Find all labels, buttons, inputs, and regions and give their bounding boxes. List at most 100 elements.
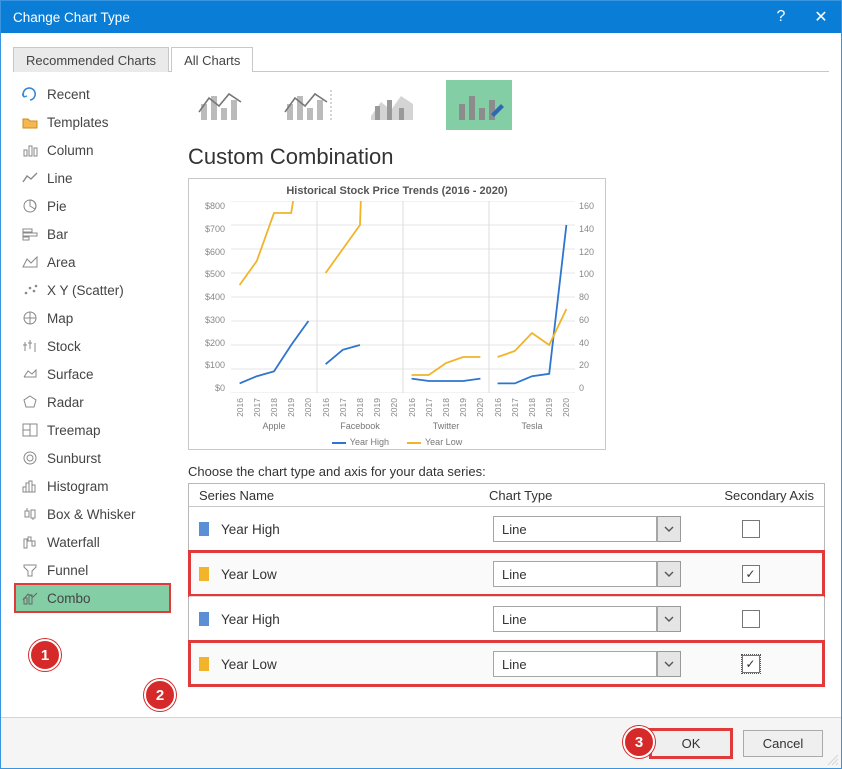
chart-type-select[interactable]: Line — [493, 561, 681, 587]
chart-category-nav: Recent Templates Column Line Pie Bar Are… — [1, 72, 170, 721]
tab-label: Recommended Charts — [26, 53, 156, 68]
combo-chart-icon — [21, 590, 39, 606]
stock-chart-icon — [21, 338, 39, 354]
ytick: $600 — [201, 247, 225, 257]
nav-label: Waterfall — [47, 535, 100, 550]
primary-y-axis: $800 $700 $600 $500 $400 $300 $200 $100 … — [201, 201, 225, 393]
nav-label: Box & Whisker — [47, 507, 136, 522]
combo-subtype-custom[interactable] — [446, 80, 512, 130]
nav-line[interactable]: Line — [15, 164, 170, 192]
annotation-callout-3: 3 — [623, 726, 655, 758]
legend-entry: Year High — [332, 437, 389, 447]
nav-label: Templates — [47, 115, 109, 130]
chart-lines — [231, 201, 575, 393]
chart-preview[interactable]: Historical Stock Price Trends (2016 - 20… — [188, 178, 606, 450]
change-chart-type-dialog: Change Chart Type ? ✕ Recommended Charts… — [0, 0, 842, 769]
secondary-y-axis: 160 140 120 100 80 60 40 20 0 — [579, 201, 599, 393]
map-chart-icon — [21, 310, 39, 326]
combo-subtype-clustered-column-line-secondary[interactable] — [274, 80, 340, 130]
nav-label: Pie — [47, 199, 67, 214]
xcat: Facebook — [317, 421, 403, 431]
nav-treemap[interactable]: Treemap — [15, 416, 170, 444]
annotation-callout-1: 1 — [29, 639, 61, 671]
ok-button[interactable]: OK — [651, 730, 731, 757]
nav-label: Recent — [47, 87, 90, 102]
combo-subtype-thumbnails — [188, 80, 825, 130]
series-row: Year High Line — [189, 596, 824, 641]
scatter-chart-icon — [21, 282, 39, 298]
y2tick: 0 — [579, 383, 599, 393]
help-button[interactable]: ? — [761, 1, 801, 33]
surface-chart-icon — [21, 366, 39, 382]
series-row: Year High Line — [189, 507, 824, 551]
nav-waterfall[interactable]: Waterfall — [15, 528, 170, 556]
series-name: Year High — [221, 522, 493, 537]
tabs: Recommended Charts All Charts — [13, 47, 829, 72]
treemap-chart-icon — [21, 422, 39, 438]
y2tick: 80 — [579, 292, 599, 302]
xcat: Twitter — [403, 421, 489, 431]
nav-label: Area — [47, 255, 76, 270]
button-label: Cancel — [763, 736, 803, 751]
nav-stock[interactable]: Stock — [15, 332, 170, 360]
ytick: $500 — [201, 269, 225, 279]
y2tick: 140 — [579, 224, 599, 234]
histogram-chart-icon — [21, 478, 39, 494]
nav-combo[interactable]: Combo — [15, 584, 170, 612]
titlebar: Change Chart Type ? ✕ — [1, 1, 841, 33]
nav-bar[interactable]: Bar — [15, 220, 170, 248]
chart-type-select[interactable]: Line — [493, 516, 681, 542]
xcat: Apple — [231, 421, 317, 431]
nav-sunburst[interactable]: Sunburst — [15, 444, 170, 472]
close-button[interactable]: ✕ — [801, 1, 841, 33]
secondary-axis-checkbox[interactable] — [742, 610, 760, 628]
nav-templates[interactable]: Templates — [15, 108, 170, 136]
chevron-down-icon — [657, 651, 681, 677]
chart-legend: Year High Year Low — [189, 437, 605, 447]
y2tick: 100 — [579, 269, 599, 279]
cancel-button[interactable]: Cancel — [743, 730, 823, 757]
chart-type-select[interactable]: Line — [493, 651, 681, 677]
nav-label: Combo — [47, 591, 91, 606]
ytick: $100 — [201, 360, 225, 370]
chevron-down-icon — [657, 516, 681, 542]
nav-label: Radar — [47, 395, 84, 410]
series-row: Year Low Line — [189, 551, 824, 596]
nav-surface[interactable]: Surface — [15, 360, 170, 388]
tab-recommended-charts[interactable]: Recommended Charts — [13, 47, 169, 72]
resize-grip-icon[interactable] — [825, 752, 839, 766]
nav-histogram[interactable]: Histogram — [15, 472, 170, 500]
nav-map[interactable]: Map — [15, 304, 170, 332]
choose-series-label: Choose the chart type and axis for your … — [188, 464, 825, 479]
nav-label: X Y (Scatter) — [47, 283, 124, 298]
line-chart-icon — [21, 170, 39, 186]
combo-subtype-stacked-area-clustered-column[interactable] — [360, 80, 426, 130]
series-table-header: Series Name Chart Type Secondary Axis — [189, 484, 824, 507]
box-whisker-icon — [21, 506, 39, 522]
bar-chart-icon — [21, 226, 39, 242]
nav-label: Stock — [47, 339, 81, 354]
nav-pie[interactable]: Pie — [15, 192, 170, 220]
annotation-callout-2: 2 — [144, 679, 176, 711]
secondary-axis-checkbox[interactable] — [742, 655, 760, 673]
close-icon: ✕ — [814, 7, 827, 27]
secondary-axis-checkbox[interactable] — [742, 565, 760, 583]
nav-funnel[interactable]: Funnel — [15, 556, 170, 584]
secondary-axis-checkbox[interactable] — [742, 520, 760, 538]
legend-entry: Year Low — [407, 437, 462, 447]
tab-all-charts[interactable]: All Charts — [171, 47, 253, 72]
nav-column[interactable]: Column — [15, 136, 170, 164]
nav-radar[interactable]: Radar — [15, 388, 170, 416]
select-value: Line — [493, 651, 657, 677]
waterfall-chart-icon — [21, 534, 39, 550]
combo-subtype-clustered-column-line[interactable] — [188, 80, 254, 130]
chart-type-select[interactable]: Line — [493, 606, 681, 632]
nav-label: Surface — [47, 367, 94, 382]
nav-scatter[interactable]: X Y (Scatter) — [15, 276, 170, 304]
nav-box-whisker[interactable]: Box & Whisker — [15, 500, 170, 528]
nav-label: Funnel — [47, 563, 88, 578]
nav-recent[interactable]: Recent — [15, 80, 170, 108]
recent-icon — [21, 86, 39, 102]
nav-area[interactable]: Area — [15, 248, 170, 276]
nav-label: Column — [47, 143, 94, 158]
